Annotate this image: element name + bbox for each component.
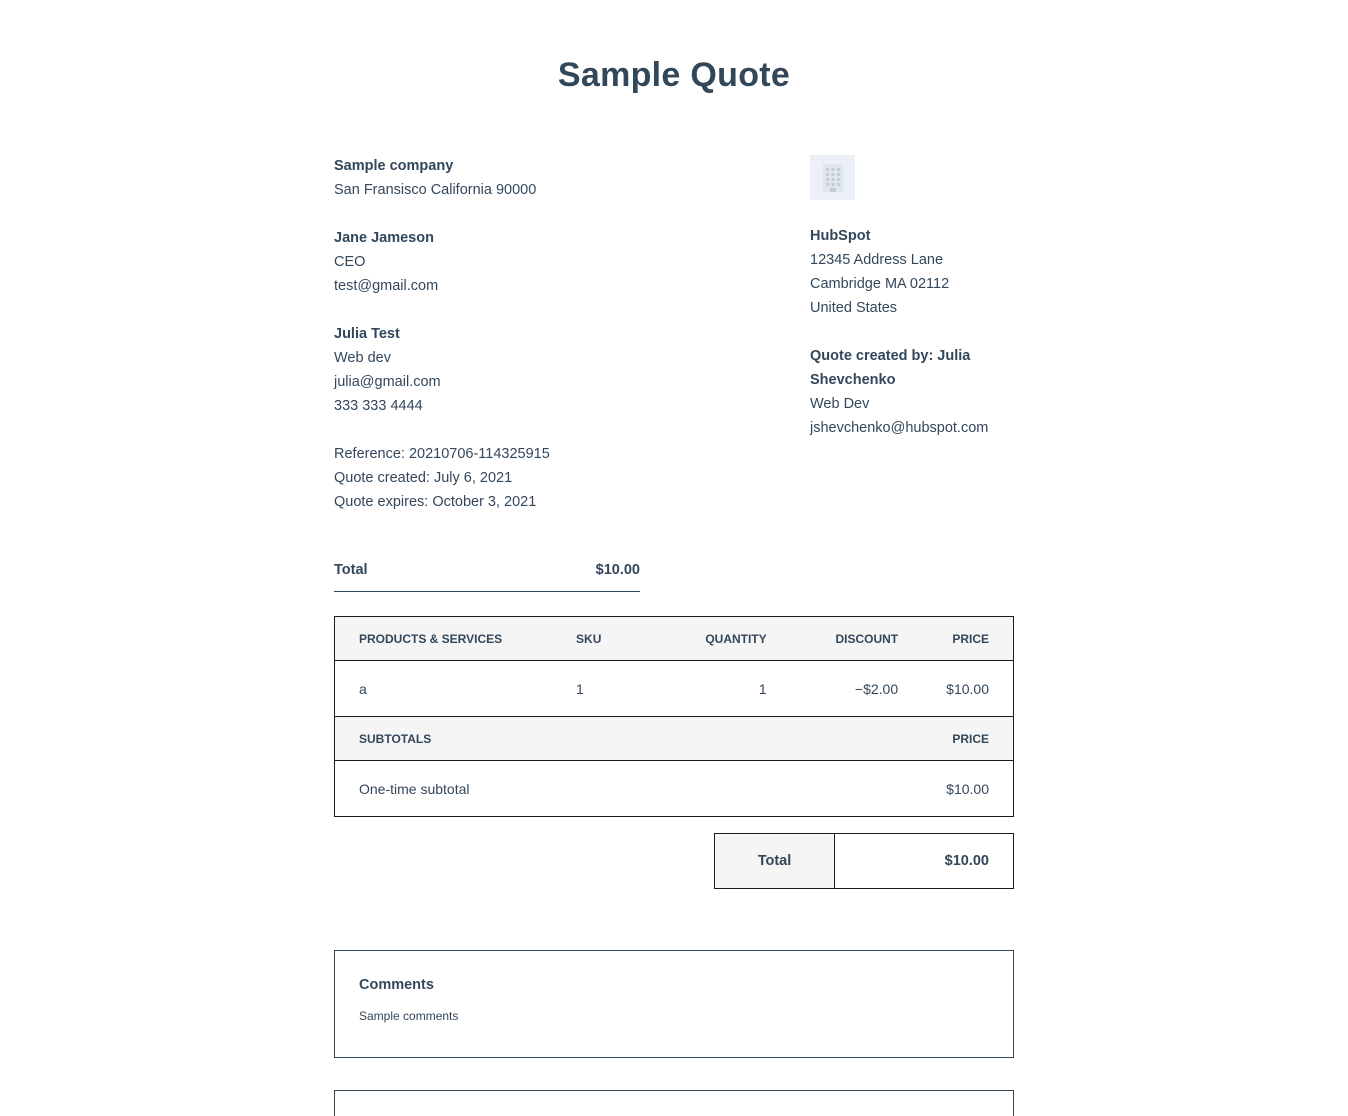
buyer-company-name: Sample company <box>334 158 454 174</box>
table-row: a 1 1 −$2.00 $10.00 <box>334 660 1014 717</box>
column-header-price: PRICE <box>952 631 989 646</box>
contact-secondary: Julia Test Web dev julia@gmail.com 333 3… <box>334 322 754 418</box>
cell-product: a <box>359 680 367 697</box>
subtotals-header-row: SUBTOTALS PRICE <box>334 716 1014 761</box>
summary-total-value: $10.00 <box>595 562 640 578</box>
creator-role: Web Dev <box>810 396 870 412</box>
quote-meta: Reference: 20210706-114325915 Quote crea… <box>334 442 754 514</box>
cell-quantity: 1 <box>758 680 767 697</box>
seller-info-column: HubSpot 12345 Address Lane Cambridge MA … <box>810 155 1020 464</box>
column-header-discount: DISCOUNT <box>835 631 899 646</box>
cell-sku: 1 <box>576 680 584 697</box>
subtotal-label: One-time subtotal <box>359 780 470 797</box>
table-header-row: PRODUCTS & SERVICES SKU QUANTITY DISCOUN… <box>334 616 1014 661</box>
column-header-quantity: QUANTITY <box>705 631 767 646</box>
grand-total-value: $10.00 <box>944 853 989 869</box>
contact-name: Jane Jameson <box>334 230 434 246</box>
seller-name: HubSpot <box>810 228 871 244</box>
contact-role: Web dev <box>334 350 391 366</box>
seller-country: United States <box>810 300 898 316</box>
column-header-sku: SKU <box>576 631 602 646</box>
seller-address-line2: Cambridge MA 02112 <box>810 276 950 292</box>
summary-total: Total $10.00 <box>334 562 640 592</box>
seller-address-line1: 12345 Address Lane <box>810 252 944 268</box>
quote-created-date: Quote created: July 6, 2021 <box>334 470 513 486</box>
building-icon <box>810 155 855 200</box>
subtotals-header-price: PRICE <box>952 731 989 746</box>
contact-phone: 333 333 4444 <box>334 398 423 414</box>
grand-total-label: Total <box>715 834 835 888</box>
summary-total-label: Total <box>334 562 368 578</box>
contact-name: Julia Test <box>334 326 400 342</box>
grand-total-box: Total $10.00 <box>714 833 1014 889</box>
comments-heading: Comments <box>359 977 434 993</box>
quote-reference: Reference: 20210706-114325915 <box>334 446 550 462</box>
cell-discount: −$2.00 <box>854 680 899 697</box>
contact-role: CEO <box>334 254 366 270</box>
cell-price: $10.00 <box>946 680 989 697</box>
quote-expires-date: Quote expires: October 3, 2021 <box>334 494 537 510</box>
buyer-company-address: San Fransisco California 90000 <box>334 182 537 198</box>
line-items-table: PRODUCTS & SERVICES SKU QUANTITY DISCOUN… <box>334 616 1014 817</box>
comments-section: Comments Sample comments <box>334 950 1014 1058</box>
subtotal-price: $10.00 <box>946 780 989 797</box>
next-section-box <box>334 1090 1014 1116</box>
page-title: Sample Quote <box>557 56 791 94</box>
contact-primary: Jane Jameson CEO test@gmail.com <box>334 226 754 298</box>
quote-creator: Quote created by: Julia Shevchenko Web D… <box>810 344 1020 440</box>
subtotal-row: One-time subtotal $10.00 <box>334 760 1014 817</box>
comments-body: Sample comments <box>359 1009 459 1023</box>
creator-heading: Quote created by: Julia Shevchenko <box>810 348 971 388</box>
creator-email: jshevchenko@hubspot.com <box>810 420 989 436</box>
subtotals-header-label: SUBTOTALS <box>359 731 432 746</box>
contact-email: julia@gmail.com <box>334 374 441 390</box>
seller-company: HubSpot 12345 Address Lane Cambridge MA … <box>810 224 1020 320</box>
contact-email: test@gmail.com <box>334 278 439 294</box>
buyer-info-column: Sample company San Fransisco California … <box>334 154 754 538</box>
column-header-product: PRODUCTS & SERVICES <box>359 631 503 646</box>
buyer-company: Sample company San Fransisco California … <box>334 154 754 202</box>
